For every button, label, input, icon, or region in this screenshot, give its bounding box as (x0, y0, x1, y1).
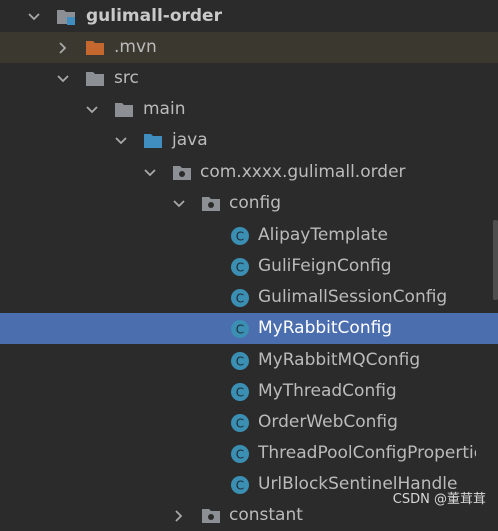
folder-icon (114, 100, 134, 120)
tree-row-src[interactable]: src (0, 63, 498, 94)
chevron-down-icon[interactable] (142, 165, 158, 181)
tree-row-class[interactable]: C GuliFeignConfig (0, 251, 498, 282)
svg-text:C: C (236, 291, 244, 305)
class-icon: C (230, 444, 250, 464)
tree-row-class[interactable]: C ThreadPoolConfigPropertie (0, 438, 498, 469)
project-tree: gulimall-order .mvn src main java com.xx… (0, 0, 498, 525)
tree-row-class[interactable]: C MyRabbitMQConfig (0, 345, 498, 376)
vertical-scrollbar[interactable] (493, 220, 498, 300)
chevron-down-icon[interactable] (84, 102, 100, 118)
svg-text:C: C (236, 416, 244, 430)
svg-text:C: C (236, 260, 244, 274)
class-icon: C (230, 351, 250, 371)
class-label: MyThreadConfig (258, 381, 397, 401)
class-label: GulimallSessionConfig (258, 287, 448, 307)
svg-text:C: C (236, 447, 244, 461)
svg-text:C: C (236, 385, 244, 399)
tree-row-root-module[interactable]: gulimall-order (0, 1, 498, 32)
java-folder-label: java (172, 130, 208, 150)
class-icon: C (230, 475, 250, 495)
class-label: GuliFeignConfig (258, 256, 392, 276)
folder-icon (85, 38, 105, 58)
tree-row-mvn[interactable]: .mvn (0, 32, 498, 63)
module-icon (56, 7, 76, 27)
class-label: MyRabbitMQConfig (258, 350, 421, 370)
svg-text:C: C (236, 322, 244, 336)
chevron-down-icon[interactable] (113, 133, 129, 149)
constant-package-label: constant (229, 505, 303, 525)
tree-row-class[interactable]: C OrderWebConfig (0, 407, 498, 438)
class-label: OrderWebConfig (258, 412, 398, 432)
package-icon (201, 506, 221, 526)
folder-icon (85, 69, 105, 89)
class-icon: C (230, 413, 250, 433)
chevron-down-icon[interactable] (26, 9, 42, 25)
class-icon: C (230, 382, 250, 402)
tree-row-java[interactable]: java (0, 125, 498, 156)
class-label: ThreadPoolConfigPropertie (258, 443, 476, 463)
watermark-text: CSDN @董茸茸 (392, 492, 486, 507)
mvn-folder-label: .mvn (114, 37, 157, 57)
source-folder-icon (143, 131, 163, 151)
tree-row-config[interactable]: config (0, 188, 498, 219)
src-folder-label: src (114, 68, 139, 88)
class-icon: C (230, 288, 250, 308)
tree-row-class-selected[interactable]: C MyRabbitConfig (0, 313, 498, 344)
class-icon: C (230, 257, 250, 277)
package-icon (172, 163, 192, 183)
chevron-down-icon[interactable] (171, 196, 187, 212)
package-label: com.xxxx.gulimall.order (200, 162, 406, 182)
tree-row-class[interactable]: C AlipayTemplate (0, 220, 498, 251)
chevron-right-icon[interactable] (55, 40, 71, 56)
tree-row-class[interactable]: C GulimallSessionConfig (0, 282, 498, 313)
root-module-label: gulimall-order (86, 6, 222, 26)
tree-row-main[interactable]: main (0, 94, 498, 125)
chevron-right-icon[interactable] (171, 508, 187, 524)
chevron-down-icon[interactable] (55, 71, 71, 87)
class-label: AlipayTemplate (258, 225, 388, 245)
class-label: MyRabbitConfig (258, 318, 393, 338)
package-icon (201, 194, 221, 214)
tree-row-package[interactable]: com.xxxx.gulimall.order (0, 157, 498, 188)
class-icon: C (230, 226, 250, 246)
svg-text:C: C (236, 478, 244, 492)
class-icon: C (230, 319, 250, 339)
main-folder-label: main (143, 99, 186, 119)
tree-row-class[interactable]: C MyThreadConfig (0, 376, 498, 407)
config-package-label: config (229, 193, 282, 213)
svg-text:C: C (236, 229, 244, 243)
svg-text:C: C (236, 354, 244, 368)
